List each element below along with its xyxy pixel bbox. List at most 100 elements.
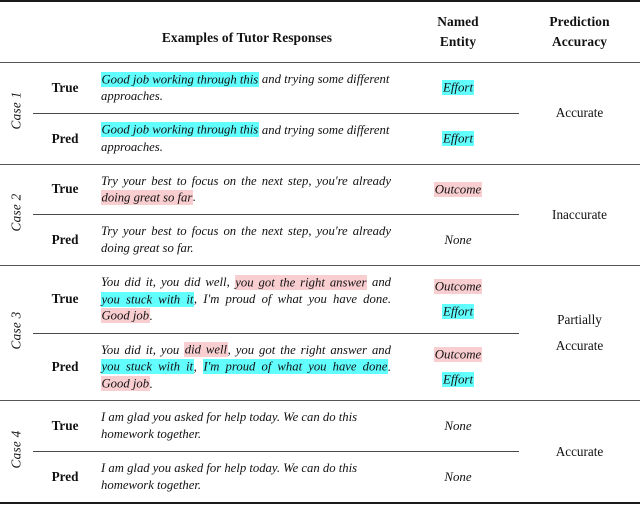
prediction-accuracy: Accurate (519, 63, 640, 164)
table-header-row-1: Examples of Tutor Responses Named Predic… (0, 2, 640, 45)
plain-text: . (192, 190, 196, 205)
case-label-cell: Case 2 (0, 165, 33, 266)
plain-text: . (149, 376, 153, 391)
entity-effort: Effort (442, 371, 474, 387)
prediction-accuracy: Inaccurate (519, 165, 640, 266)
row-label-pred: Pred (51, 359, 79, 375)
case-row-true: Case 3 True You did it, you did well, you … (0, 266, 640, 353)
header-spacer-4 (33, 32, 97, 63)
tutor-response-text-true: Try your best to focus on the next step,… (97, 165, 397, 215)
case-label: Case 2 (8, 193, 24, 232)
case-row-true: Case 2 True Try your best to focus on the … (0, 165, 640, 232)
highlight-effort: Good job working through this (101, 122, 259, 138)
row-label-pred: Pred (51, 130, 79, 146)
entity-line: Effort (401, 76, 515, 101)
accuracy-line-2: Accurate (555, 338, 604, 354)
named-entity-pred: None (397, 452, 519, 503)
entity-effort: Effort (442, 303, 474, 319)
entity-line: None (401, 228, 515, 253)
header-accuracy-line1: Prediction (549, 14, 610, 29)
case-label: Case 1 (8, 91, 24, 130)
named-entity-pred: None (397, 215, 519, 265)
case-label-cell: Case 1 (0, 63, 33, 164)
entity-line: Outcome (401, 343, 515, 368)
entity-line: Outcome (401, 275, 515, 300)
plain-text: , I'm proud of what you have done. (193, 292, 392, 307)
entity-effort: Effort (442, 130, 474, 146)
entity-outcome: Outcome (434, 181, 482, 197)
entity-outcome: Outcome (434, 279, 482, 295)
entity-line: Effort (401, 367, 515, 392)
header-spacer-3 (0, 32, 33, 63)
tutor-response-text-true: Good job working through this and trying… (97, 63, 397, 113)
tutor-response-text-true: You did it, you did well, you got the ri… (97, 266, 397, 333)
tutor-response-text-true: I am glad you asked for help today. We c… (97, 401, 397, 451)
header-spacer-2 (33, 2, 97, 32)
row-label-true: True (51, 181, 79, 197)
highlight-outcome: did well (184, 342, 228, 358)
header-entity-line1: Named (437, 14, 479, 29)
prediction-accuracy: Accurate (519, 401, 640, 503)
plain-text: Try your best to focus on the next step,… (101, 173, 391, 188)
highlight-effort: you stuck with it (101, 291, 194, 307)
row-label-pred: Pred (51, 469, 79, 485)
tutor-response-text-pred: You did it, you did well, you got the ri… (97, 334, 397, 401)
tutor-response-text-pred: Good job working through this and trying… (97, 114, 397, 164)
highlight-effort: I'm proud of what you have done (202, 359, 388, 375)
plain-text: . (387, 359, 391, 374)
plain-text: and (367, 275, 392, 290)
highlight-outcome: Good job (101, 376, 150, 392)
highlight-effort: Good job working through this (101, 71, 259, 87)
plain-text: You did it, you did well, (101, 275, 235, 290)
plain-text: , you got the right answer and (227, 342, 391, 357)
entity-line: Effort (401, 126, 515, 151)
plain-text: I am glad you asked for help today. We c… (101, 410, 358, 442)
accuracy-line-1: Partially (557, 311, 602, 327)
highlight-outcome: you got the right answer (234, 274, 367, 290)
case-label: Case 4 (8, 430, 24, 469)
named-entity-true: Effort (397, 63, 519, 113)
row-label-true: True (51, 79, 79, 95)
case-label-cell: Case 3 (0, 266, 33, 401)
plain-text: , (193, 359, 203, 374)
named-entity-true: Outcome Effort (397, 266, 519, 333)
case-row-true: Case 1 True Good job working through this … (0, 63, 640, 130)
plain-text: You did it, you (101, 342, 185, 357)
prediction-accuracy: Partially Accurate (519, 266, 640, 401)
entity-none: None (444, 469, 472, 484)
entity-line: Outcome (401, 177, 515, 202)
plain-text: . (149, 308, 153, 323)
table-body: Examples of Tutor Responses Named Predic… (0, 0, 640, 63)
accuracy-value: Accurate (555, 105, 604, 121)
case-label-cell: Case 4 (0, 401, 33, 503)
highlight-effort: you stuck with it (101, 359, 194, 375)
named-entity-true: Outcome (397, 165, 519, 215)
tutor-response-examples-table: Examples of Tutor Responses Named Predic… (0, 0, 640, 526)
row-label-true: True (51, 418, 79, 434)
header-accuracy-line2: Accuracy (551, 34, 608, 49)
entity-line: Effort (401, 299, 515, 324)
header-spacer (0, 2, 33, 32)
plain-text: I am glad you asked for help today. We c… (101, 461, 358, 493)
accuracy-value: Inaccurate (552, 206, 607, 222)
row-label-true: True (51, 291, 79, 307)
named-entity-true: None (397, 401, 519, 451)
case-row-true: Case 4 True I am glad you asked for help t… (0, 401, 640, 468)
header-entity-line2: Entity (439, 34, 477, 49)
entity-effort: Effort (442, 80, 474, 96)
plain-text: Try your best to focus on the next step,… (101, 224, 391, 256)
results-table: Examples of Tutor Responses Named Predic… (0, 0, 640, 506)
header-examples: Examples of Tutor Responses (161, 30, 333, 45)
tutor-response-text-pred: I am glad you asked for help today. We c… (97, 452, 397, 503)
entity-line: None (401, 414, 515, 439)
tutor-response-text-pred: Try your best to focus on the next step,… (97, 215, 397, 265)
entity-outcome: Outcome (434, 347, 482, 363)
entity-none: None (444, 232, 472, 247)
row-label-pred: Pred (51, 232, 79, 248)
rule-bottom (0, 502, 640, 506)
highlight-outcome: doing great so far (101, 189, 193, 205)
entity-line: None (401, 465, 515, 490)
entity-none: None (444, 419, 472, 434)
named-entity-pred: Effort (397, 114, 519, 164)
case-label: Case 3 (8, 311, 24, 350)
